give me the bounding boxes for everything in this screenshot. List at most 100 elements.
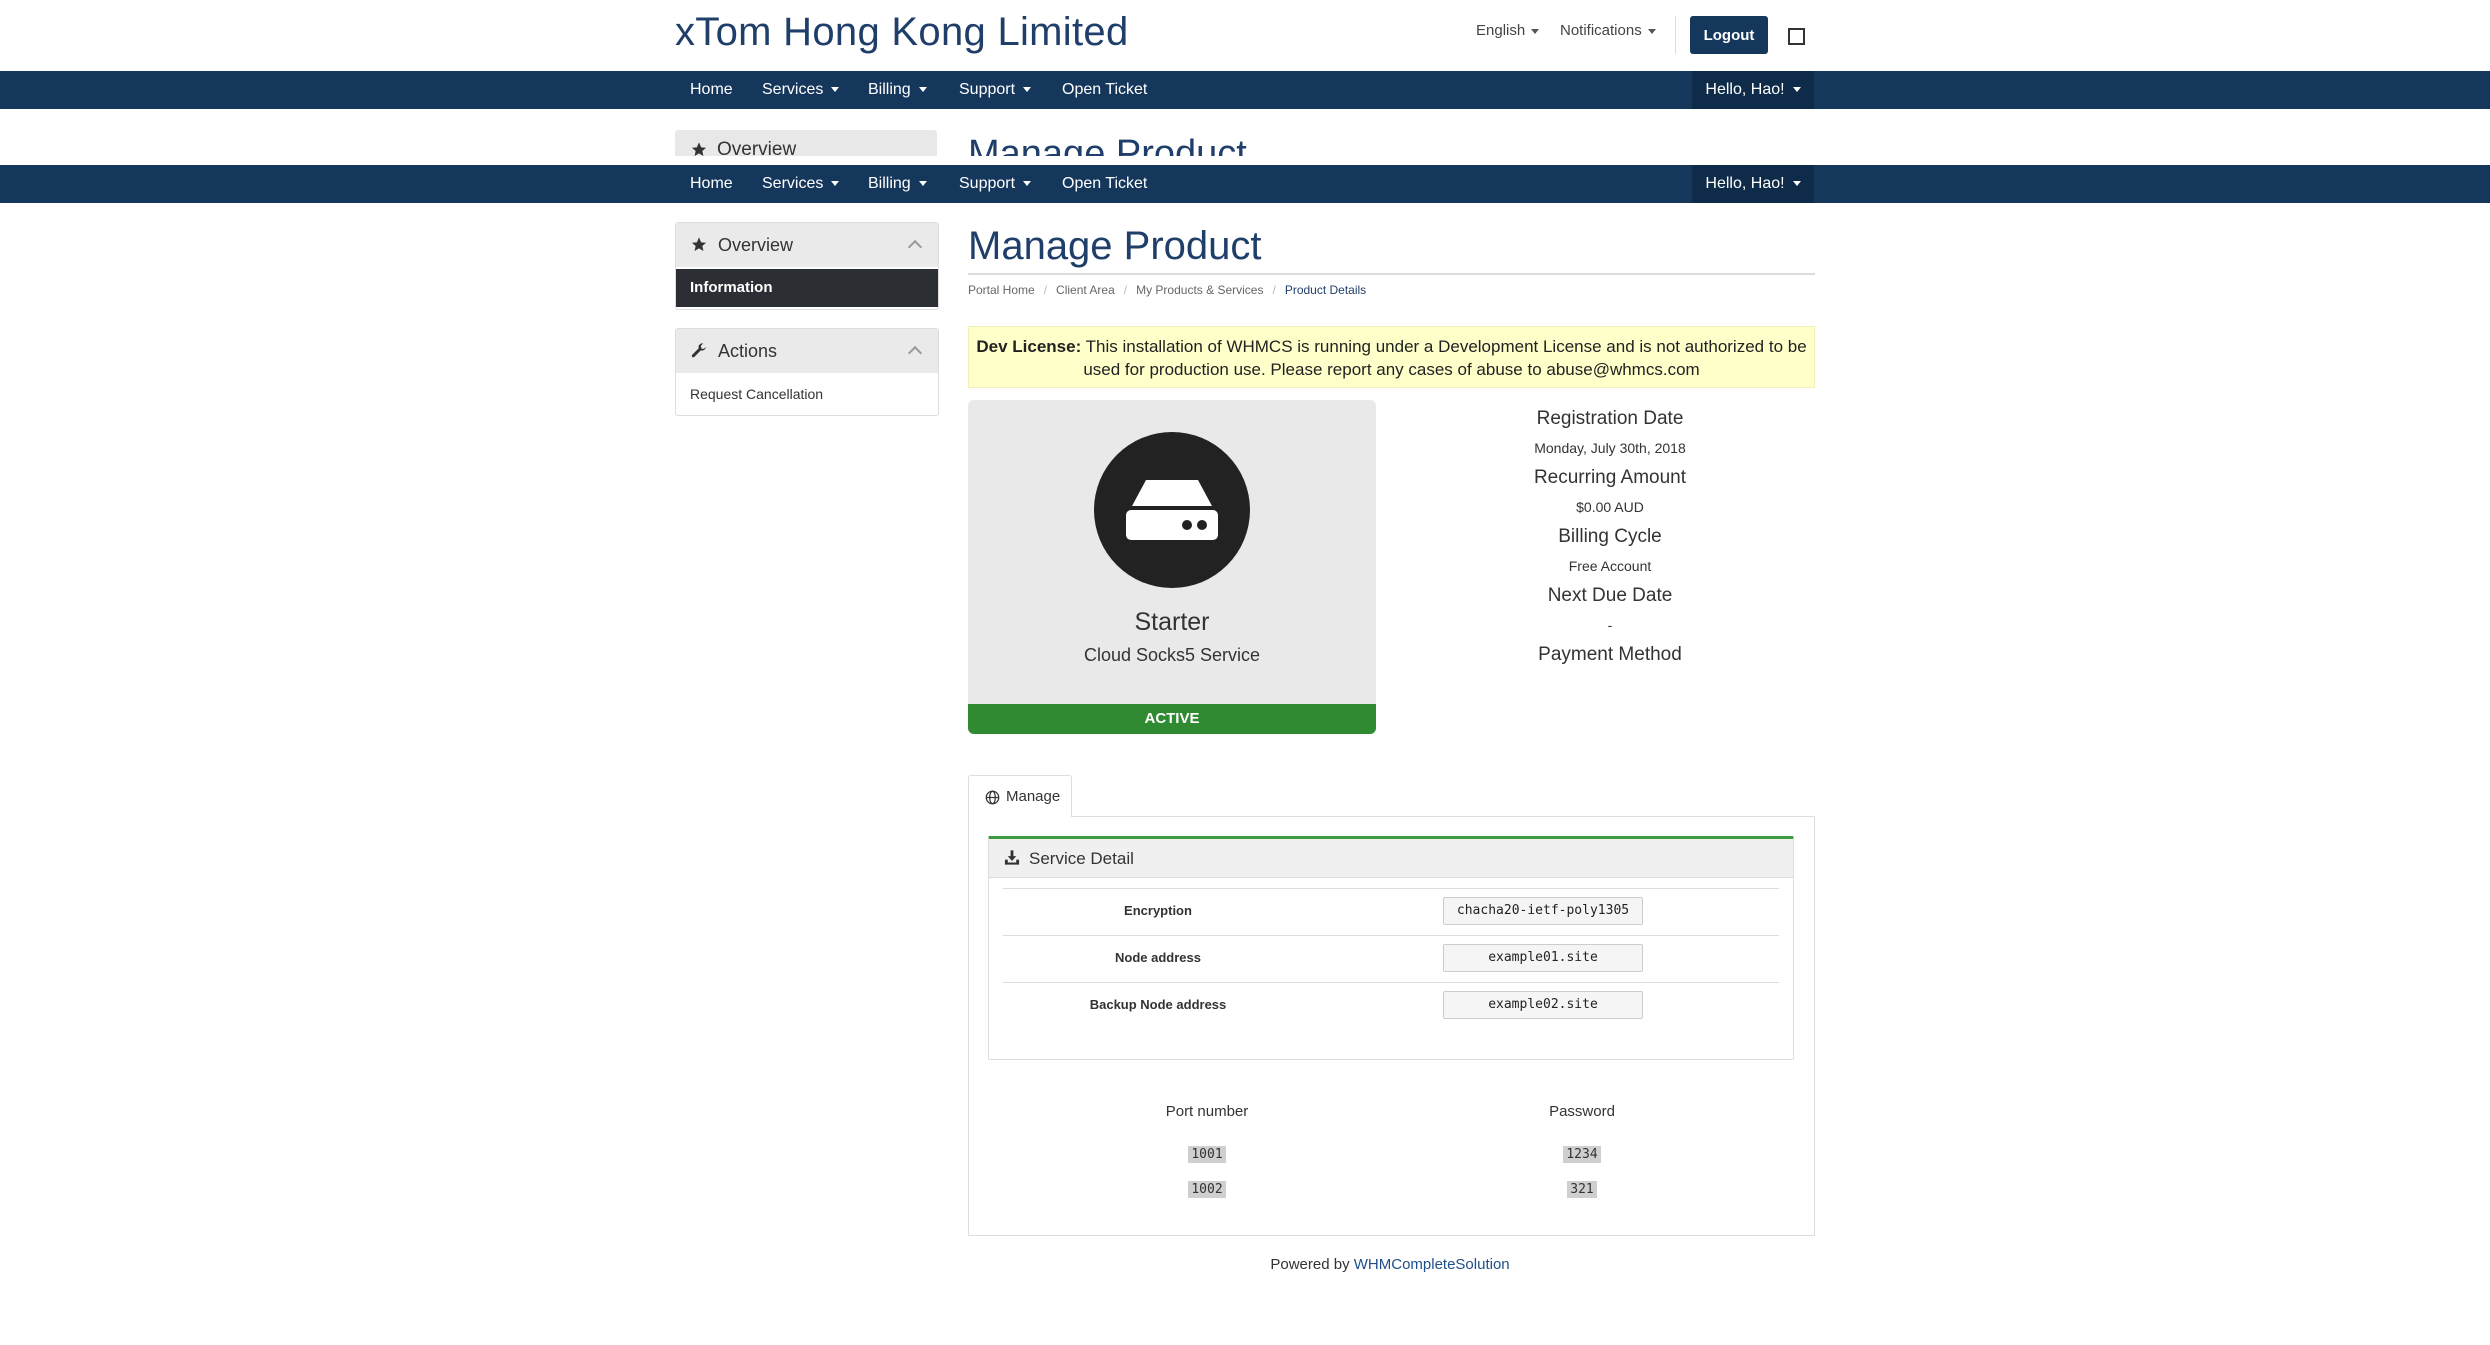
nav-support-label: Support xyxy=(959,81,1016,98)
node-address-value: example01.site xyxy=(1443,944,1643,972)
actions-title: Actions xyxy=(718,341,778,361)
footer-link[interactable]: WHMCompleteSolution xyxy=(1354,1256,1510,1273)
chevron-down-icon xyxy=(918,87,927,93)
encryption-value: chacha20-ietf-poly1305 xyxy=(1443,897,1643,925)
nav-support[interactable]: Support xyxy=(959,71,1032,109)
product-group: Cloud Socks5 Service xyxy=(1083,645,1261,665)
overview-panel: Overview Information xyxy=(675,222,939,310)
nav-open-ticket[interactable]: Open Ticket xyxy=(1062,71,1147,109)
status-badge: ACTIVE xyxy=(968,704,1376,734)
port-number-header: Port number xyxy=(1165,1103,1249,1120)
encryption-label: Encryption xyxy=(1124,903,1192,918)
logout-button[interactable]: Logout xyxy=(1690,16,1768,54)
billing-cycle-label: Billing Cycle xyxy=(1558,526,1662,547)
product-name: Starter xyxy=(1134,608,1210,636)
nav-open-ticket[interactable]: Open Ticket xyxy=(1062,165,1147,203)
billing-cycle-value: Free Account xyxy=(1568,558,1652,574)
actions-panel: Actions Request Cancellation xyxy=(675,328,939,416)
dev-license-alert: Dev License: This installation of WHMCS … xyxy=(968,326,1815,388)
download-icon xyxy=(1004,850,1020,865)
wrench-icon xyxy=(691,343,706,358)
backup-node-address-value: example02.site xyxy=(1443,991,1643,1019)
payment-method-label: Payment Method xyxy=(1538,644,1682,665)
overview-ghost-label: Overview xyxy=(717,139,797,156)
chevron-down-icon xyxy=(831,181,840,187)
chevron-down-icon xyxy=(1647,28,1656,34)
overview-panel-ghost: Overview xyxy=(675,130,937,156)
port-value-text: 1001 xyxy=(1188,1146,1226,1163)
star-icon xyxy=(691,237,707,252)
footer-prefix: Powered by xyxy=(1270,1256,1350,1273)
nav-services[interactable]: Services xyxy=(762,71,840,109)
site-brand[interactable]: xTom Hong Kong Limited xyxy=(675,10,1129,55)
dev-license-text: This installation of WHMCS is running un… xyxy=(1083,337,1807,379)
nav-services-label: Services xyxy=(762,81,824,98)
actions-panel-header[interactable]: Actions xyxy=(676,329,938,373)
user-menu[interactable]: Hello, Hao! xyxy=(1692,165,1814,203)
footer: Powered by WHMCompleteSolution xyxy=(1080,1256,1700,1273)
password-value: 321 xyxy=(1482,1180,1682,1198)
nav-billing[interactable]: Billing xyxy=(868,71,927,109)
hard-drive-icon xyxy=(1094,432,1250,588)
header-divider xyxy=(1675,16,1676,54)
node-address-label: Node address xyxy=(1115,950,1201,965)
breadcrumb-products-services[interactable]: My Products & Services xyxy=(1136,283,1263,297)
user-greeting: Hello, Hao! xyxy=(1705,175,1785,192)
nav-services[interactable]: Services xyxy=(762,165,840,203)
service-detail-title: Service Detail xyxy=(1029,849,1134,868)
port-value: 1001 xyxy=(1107,1145,1307,1163)
table-row: Node address example01.site xyxy=(1003,935,1779,982)
overview-title: Overview xyxy=(718,235,794,255)
page-title-ghost: Manage Product xyxy=(968,133,1247,156)
breadcrumb-client-area[interactable]: Client Area xyxy=(1056,283,1115,297)
chevron-up-icon xyxy=(907,345,923,361)
notifications-label: Notifications xyxy=(1560,22,1642,39)
chevron-up-icon xyxy=(907,239,923,255)
user-menu[interactable]: Hello, Hao! xyxy=(1692,71,1814,109)
nav-home[interactable]: Home xyxy=(690,165,733,203)
port-value: 1002 xyxy=(1107,1180,1307,1198)
globe-icon xyxy=(985,790,1000,805)
table-row: Encryption chacha20-ietf-poly1305 xyxy=(1003,888,1779,935)
registration-date-value: Monday, July 30th, 2018 xyxy=(1534,440,1686,456)
language-dropdown[interactable]: English xyxy=(1476,22,1540,39)
recurring-amount-value: $0.00 AUD xyxy=(1576,499,1644,515)
registration-date-label: Registration Date xyxy=(1536,408,1684,429)
nav-support[interactable]: Support xyxy=(959,165,1032,203)
star-icon xyxy=(691,142,707,156)
backup-node-address-label: Backup Node address xyxy=(1089,997,1227,1012)
sticky-navbar: Home Services Billing Support Open Ticke… xyxy=(0,165,2490,203)
breadcrumb-current: Product Details xyxy=(1284,283,1367,297)
chevron-down-icon xyxy=(1023,87,1032,93)
nav-support-label: Support xyxy=(959,175,1016,192)
nav-billing-label: Billing xyxy=(868,81,911,98)
port-value-text: 1002 xyxy=(1188,1181,1226,1198)
password-header: Password xyxy=(1549,1103,1615,1120)
tab-manage[interactable]: Manage xyxy=(968,775,1072,817)
chevron-down-icon xyxy=(1531,28,1540,34)
notifications-dropdown[interactable]: Notifications xyxy=(1560,22,1656,39)
breadcrumb-portal-home[interactable]: Portal Home xyxy=(968,283,1035,297)
sidebar-item-information[interactable]: Information xyxy=(676,269,938,307)
nav-billing[interactable]: Billing xyxy=(868,165,927,203)
nav-services-label: Services xyxy=(762,175,824,192)
nav-billing-label: Billing xyxy=(868,175,911,192)
breadcrumb: Portal Home / Client Area / My Products & Se… xyxy=(968,283,1367,297)
nav-home[interactable]: Home xyxy=(690,71,733,109)
chevron-down-icon xyxy=(918,181,927,187)
square-icon[interactable] xyxy=(1788,28,1805,45)
password-value-text: 1234 xyxy=(1563,1146,1601,1163)
overview-panel-header[interactable]: Overview xyxy=(676,223,938,267)
tab-manage-label: Manage xyxy=(1006,788,1061,805)
chevron-down-icon xyxy=(1792,181,1801,187)
dev-license-label: Dev License: xyxy=(976,337,1082,356)
request-cancellation-link[interactable]: Request Cancellation xyxy=(690,386,823,402)
password-value-text: 321 xyxy=(1567,1181,1597,1198)
chevron-down-icon xyxy=(831,87,840,93)
password-value: 1234 xyxy=(1482,1145,1682,1163)
next-due-date-label: Next Due Date xyxy=(1547,585,1673,606)
chevron-down-icon xyxy=(1023,181,1032,187)
service-detail-header: Service Detail xyxy=(989,839,1793,878)
next-due-date-value: - xyxy=(1607,617,1613,633)
table-row: Backup Node address example02.site xyxy=(1003,982,1779,1029)
